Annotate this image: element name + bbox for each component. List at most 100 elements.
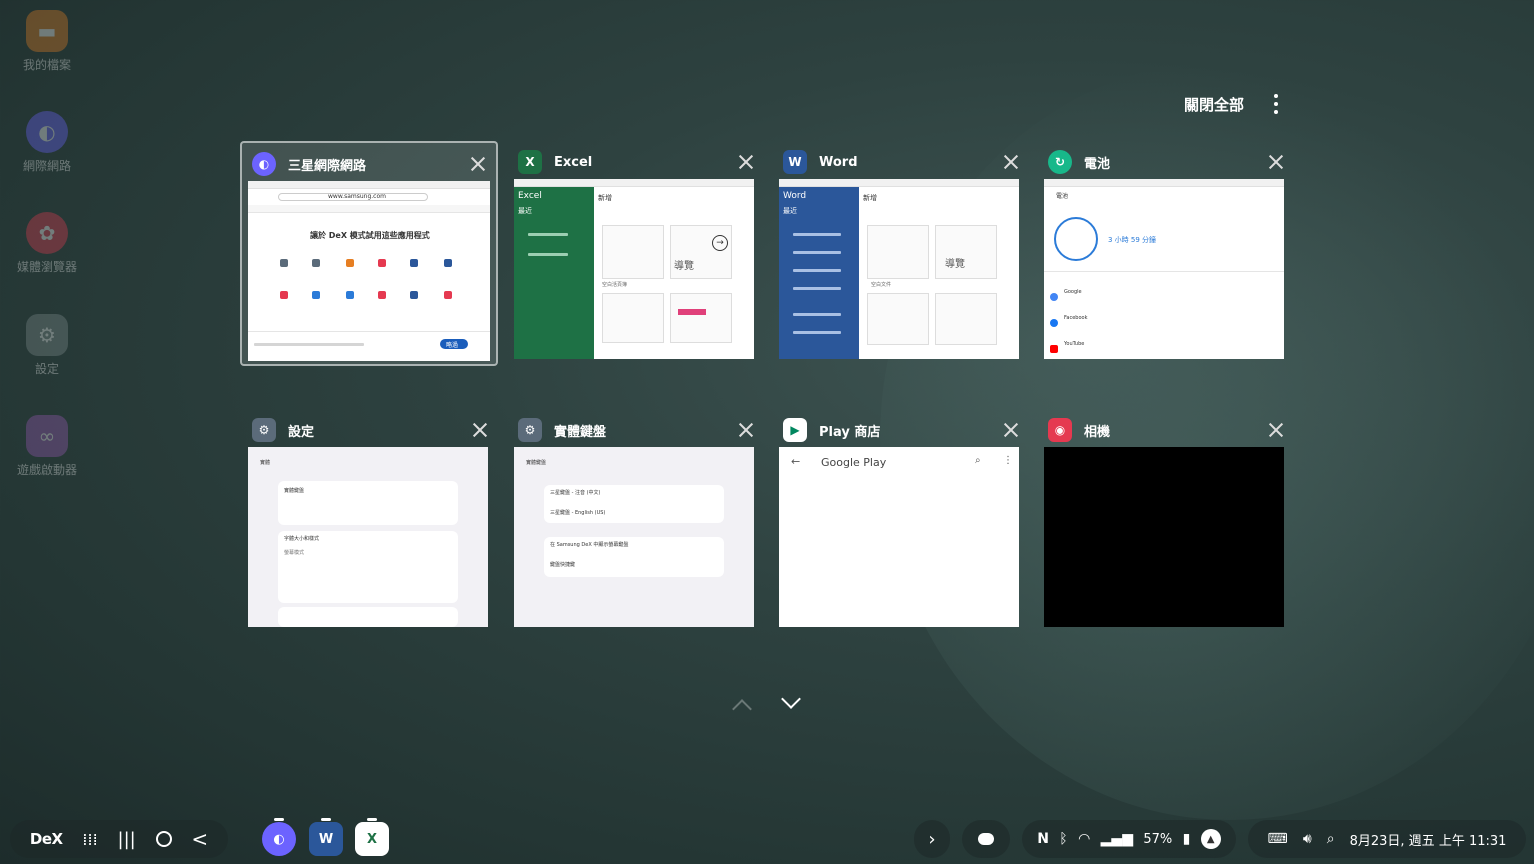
back-icon[interactable]: < [191,827,208,851]
more-options-icon[interactable] [1270,94,1282,114]
thumb-item: 三星鍵盤 - 注音 (中文) [550,490,601,496]
thumb-item: 在 Samsung DeX 中顯示螢幕鍵盤 [550,542,629,548]
thumb-app-item: YouTube [1064,341,1085,347]
thumb-recent: 最近 [783,207,797,215]
card-title: Play 商店 [819,424,881,440]
card-title: 電池 [1084,156,1111,172]
camera-icon: ◉ [1048,418,1072,442]
thumb-item: 實體鍵盤 [284,488,305,494]
thumb-recent: 最近 [518,207,532,215]
card-thumbnail[interactable]: ← Google Play ⌕ ⋮ [779,447,1019,627]
folder-icon: ▬ [26,10,68,52]
card-thumbnail[interactable] [1044,447,1284,627]
taskbar-app-excel[interactable]: X [355,818,389,856]
card-title: 設定 [288,424,315,440]
thumb-time: 3 小時 59 分鐘 [1108,236,1157,244]
card-thumbnail[interactable]: www.samsung.com 讓於 DeX 模式試用這些應用程式 略過 [248,181,490,361]
volume-icon[interactable]: 🔊︎ [1303,831,1312,847]
desktop-icon-media[interactable]: ✿ 媒體瀏覽器 [8,212,86,275]
apps-grid-icon[interactable]: ⁞⁞⁞ [82,830,97,849]
recent-card-physical-keyboard[interactable]: ⚙ 實體鍵盤 實體鍵盤 三星鍵盤 - 注音 (中文) 三星鍵盤 - Englis… [508,409,764,633]
expand-up-icon[interactable]: ▲ [1200,829,1221,849]
card-thumbnail[interactable]: Word 最近 新增 導覽 空白文件 [779,179,1019,359]
media-icon: ✿ [26,212,68,254]
recents-icon[interactable]: ||| [118,829,136,850]
recent-card-settings[interactable]: ⚙ 設定 實體 實體鍵盤 字體大小和樣式 螢幕模式 [242,409,498,633]
thumb-blank: 空白文件 [871,282,892,288]
close-icon[interactable] [738,422,754,438]
card-title: Excel [554,154,593,170]
internet-icon: ◐ [26,111,68,153]
status-pill[interactable]: N ᛒ ◠ ▂▄▆ 57% ▮ ▲ [1022,820,1236,858]
thumb-blank: 空白活頁簿 [602,282,628,288]
thumb-new: 新增 [598,194,612,202]
card-title: 實體鍵盤 [554,424,607,440]
datetime[interactable]: 8月23日, 週五 上午 11:31 [1350,830,1507,849]
dex-button[interactable]: DeX [30,830,63,848]
recent-card-excel[interactable]: X Excel Excel 最近 新增 導覽 → 空白活頁簿 [508,141,764,365]
nfc-icon: N [1037,831,1049,847]
recent-card-play-store[interactable]: ▶ Play 商店 ← Google Play ⌕ ⋮ [773,409,1029,633]
system-pill[interactable]: ⌨ 🔊︎ ⌕ 8月23日, 週五 上午 11:31 [1248,820,1526,858]
close-icon[interactable] [1268,154,1284,170]
close-icon[interactable] [1003,154,1019,170]
thumb-item: 三星鍵盤 - English (US) [550,510,606,516]
thumb-button: 略過 [446,342,459,349]
thumb-url: www.samsung.com [328,193,386,200]
game-launcher-icon: ∞ [26,415,68,457]
search-icon[interactable]: ⌕ [1327,831,1335,847]
thumb-heading: 讓於 DeX 模式試用這些應用程式 [310,231,430,240]
thumb-header: Google Play [821,456,887,469]
thumb-app-name: Excel [518,191,542,201]
page-down-chevron-icon[interactable] [781,689,801,709]
samsung-internet-icon: ◐ [252,152,276,176]
chat-icon [978,833,994,845]
close-icon[interactable] [472,422,488,438]
taskbar-app-internet[interactable]: ◐ [262,818,296,856]
close-icon[interactable] [1003,422,1019,438]
back-arrow-icon[interactable]: ← [791,455,800,468]
overflow-expand-button[interactable]: › [914,820,950,858]
card-thumbnail[interactable]: 實體 實體鍵盤 字體大小和樣式 螢幕模式 [248,447,488,627]
settings-icon: ⚙ [518,418,542,442]
chevron-right-icon: › [928,828,936,850]
gear-icon: ⚙ [26,314,68,356]
recent-card-battery[interactable]: ↻ 電池 電池 3 小時 59 分鐘 Google Facebook YouTu… [1038,141,1294,365]
thumb-app-item: Google [1064,289,1082,295]
thumb-header: 實體鍵盤 [526,460,547,466]
play-store-icon: ▶ [783,418,807,442]
search-icon[interactable]: ⌕ [975,455,981,466]
card-thumbnail[interactable]: 實體鍵盤 三星鍵盤 - 注音 (中文) 三星鍵盤 - English (US) … [514,447,754,627]
wifi-icon: ◠ [1078,831,1091,847]
excel-icon: X [518,150,542,174]
settings-icon: ⚙ [252,418,276,442]
notification-pill[interactable] [962,820,1010,858]
close-icon[interactable] [1268,422,1284,438]
recent-card-word[interactable]: W Word Word 最近 新增 導覽 空白文件 [773,141,1029,365]
card-thumbnail[interactable]: 電池 3 小時 59 分鐘 Google Facebook YouTube [1044,179,1284,359]
close-all-button[interactable]: 關閉全部 [1184,94,1244,115]
card-title: 三星網際網路 [288,158,367,174]
battery-percent: 57% [1143,831,1173,847]
thumb-header: 實體 [260,460,271,466]
recent-card-internet[interactable]: ◐ 三星網際網路 www.samsung.com 讓於 DeX 模式試用這些應用… [240,141,498,366]
keyboard-icon[interactable]: ⌨ [1268,831,1288,847]
taskbar-app-word[interactable]: W [309,818,343,856]
thumb-new: 新增 [863,194,877,202]
desktop-icon-my-files[interactable]: ▬ 我的檔案 [8,10,86,73]
close-icon[interactable] [470,156,486,172]
thumb-item: 螢幕模式 [284,550,305,556]
home-icon[interactable] [155,831,172,847]
page-up-chevron-icon[interactable] [732,699,752,719]
card-thumbnail[interactable]: Excel 最近 新增 導覽 → 空白活頁簿 [514,179,754,359]
close-icon[interactable] [738,154,754,170]
battery-status-icon: ▮ [1182,831,1191,847]
thumb-app-name: Word [783,191,807,201]
recent-card-camera[interactable]: ◉ 相機 [1038,409,1294,633]
desktop-icon-internet[interactable]: ◐ 網際網路 [8,111,86,174]
desktop-icon-settings[interactable]: ⚙ 設定 [8,314,86,377]
desktop-icon-game-launcher[interactable]: ∞ 遊戲啟動器 [8,415,86,478]
battery-icon: ↻ [1048,150,1072,174]
navigation-pill: DeX ⁞⁞⁞ ||| < [10,820,228,858]
more-icon[interactable]: ⋮ [1003,455,1013,466]
